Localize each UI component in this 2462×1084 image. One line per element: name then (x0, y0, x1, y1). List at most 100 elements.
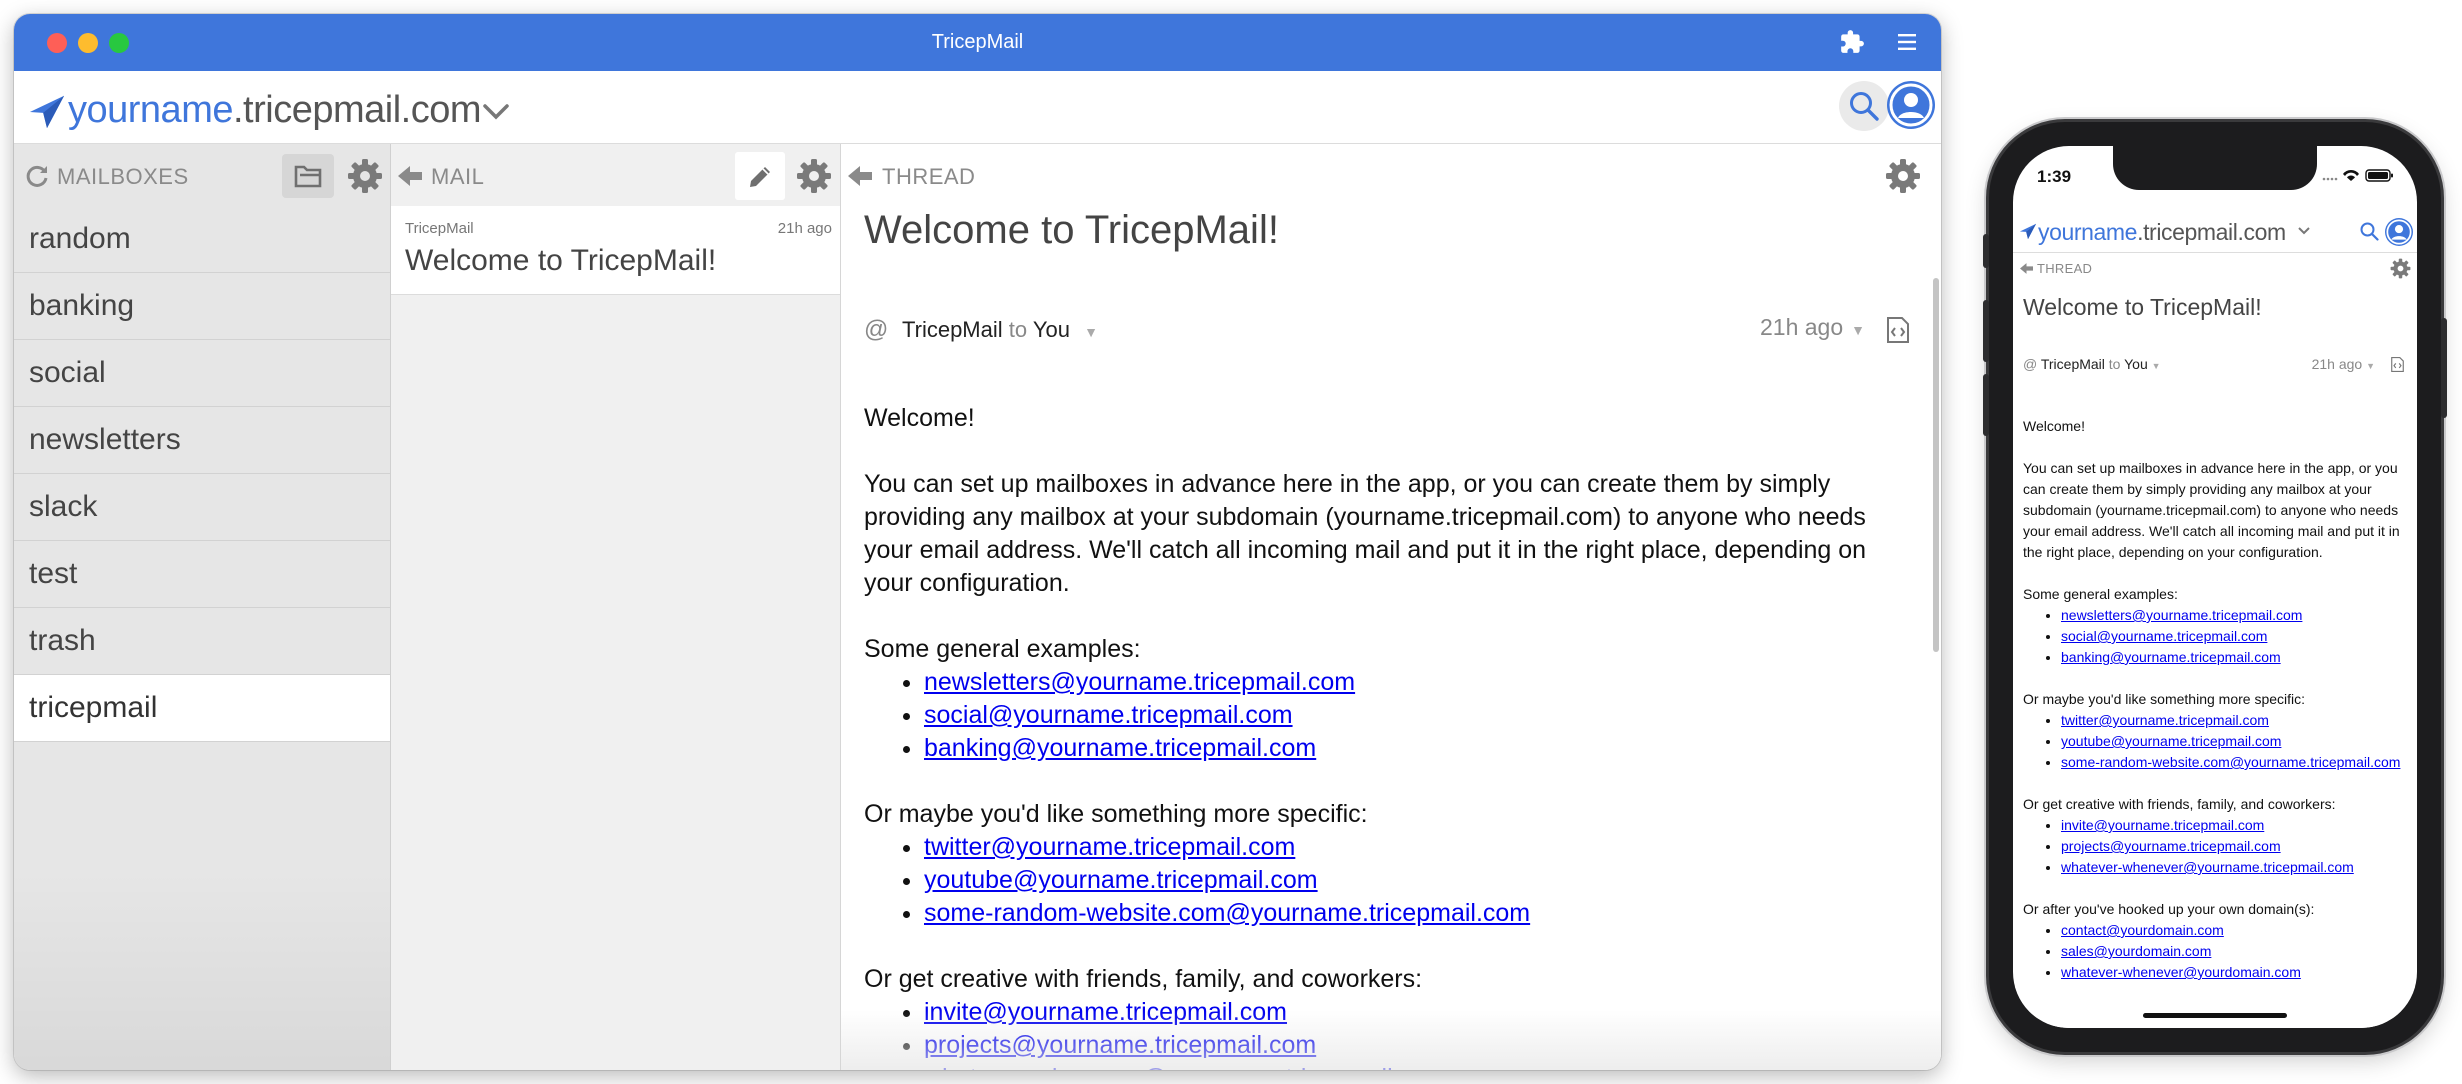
group1-list: newsletters@yourname.tricepmail.com soci… (864, 666, 1911, 765)
app-window: TricepMail yourname.tricepmail.com MAILB… (14, 14, 1941, 1070)
email-link[interactable]: whatever-whenever@yourname.tricepmail.co… (2061, 859, 2354, 875)
search-button[interactable] (1839, 81, 1889, 131)
hamburger-menu-icon[interactable] (1895, 30, 1919, 54)
participants-caret-icon[interactable]: ▼ (1084, 324, 1098, 340)
phone-thread-subject: Welcome to TricepMail! (2023, 294, 2262, 320)
phone-participants-caret-icon[interactable]: ▼ (2152, 361, 2161, 371)
email-link[interactable]: youtube@yourname.tricepmail.com (924, 866, 1318, 894)
mailbox-item-newsletters[interactable]: newsletters (14, 407, 390, 474)
phone-volume-up (1983, 300, 1989, 362)
email-link[interactable]: newsletters@yourname.tricepmail.com (2061, 607, 2302, 623)
phone-message-body: Welcome! You can set up mailboxes in adv… (2023, 416, 2405, 1004)
phone-avatar-button[interactable] (2385, 218, 2413, 246)
email-link[interactable]: invite@yourname.tricepmail.com (2061, 817, 2264, 833)
group2-title: Or maybe you'd like something more speci… (864, 800, 1368, 828)
email-link[interactable]: some-random-website.com@yourname.tricepm… (924, 899, 1530, 927)
mailboxes-label: MAILBOXES (57, 164, 189, 189)
phone-time-caret-icon[interactable]: ▼ (2366, 361, 2375, 371)
pencil-icon (750, 167, 770, 187)
mail-header: MAIL (391, 144, 840, 206)
back-arrow-icon[interactable] (397, 164, 423, 188)
list-item: youtube@yourname.tricepmail.com (2061, 731, 2405, 752)
list-item: twitter@yourname.tricepmail.com (924, 831, 1911, 864)
account-avatar-button[interactable] (1887, 81, 1935, 129)
message-participants[interactable]: TricepMail to You ▼ (902, 317, 1098, 343)
mailboxes-header: MAILBOXES (14, 144, 390, 206)
view-source-icon[interactable] (1885, 316, 1911, 344)
email-link[interactable]: social@yourname.tricepmail.com (2061, 628, 2267, 644)
recipient-name: You (1032, 317, 1070, 342)
phone-notch (2113, 146, 2317, 190)
phone-settings-gear-icon[interactable] (2390, 258, 2411, 279)
refresh-icon[interactable] (24, 163, 50, 189)
email-link[interactable]: whatever-whenever@yourdomain.com (2061, 964, 2301, 980)
user-avatar-icon (1889, 83, 1933, 127)
email-link[interactable]: some-random-website.com@yourname.tricepm… (2061, 754, 2400, 770)
phone-view-source-icon[interactable] (2390, 356, 2405, 373)
status-time: 1:39 (2037, 167, 2072, 186)
thread-scrollbar[interactable] (1933, 278, 1939, 652)
email-link[interactable]: banking@yourname.tricepmail.com (2061, 649, 2281, 665)
body-greeting: Welcome! (864, 404, 975, 432)
email-link[interactable]: social@yourname.tricepmail.com (924, 701, 1293, 729)
domain-user: yourname (68, 89, 233, 131)
phone-search-icon[interactable] (2359, 221, 2379, 241)
email-link[interactable]: contact@yourdomain.com (2061, 922, 2224, 938)
folder-icon (294, 165, 322, 188)
mailbox-item-social[interactable]: social (14, 340, 390, 407)
thread-back-arrow-icon[interactable] (847, 164, 873, 188)
email-link[interactable]: youtube@yourname.tricepmail.com (2061, 733, 2281, 749)
list-item: twitter@yourname.tricepmail.com (2061, 710, 2405, 731)
mail-item-subject: Welcome to TricepMail! (405, 244, 717, 277)
email-link[interactable]: twitter@yourname.tricepmail.com (2061, 712, 2269, 728)
domain-selector[interactable]: yourname.tricepmail.com (68, 89, 481, 132)
mailboxes-column: MAILBOXES random banking social newslett… (14, 144, 391, 1070)
mailbox-item-tricepmail[interactable]: tricepmail (14, 675, 390, 742)
phone-chevron-down-icon[interactable] (2297, 226, 2311, 236)
new-folder-button[interactable] (282, 154, 334, 198)
phone-domain-bar: yourname.tricepmail.com (2013, 212, 2417, 253)
list-item: sales@yourdomain.com (2061, 941, 2405, 962)
phone-back-arrow-icon[interactable] (2019, 262, 2034, 275)
list-item: banking@yourname.tricepmail.com (924, 732, 1911, 765)
list-item: newsletters@yourname.tricepmail.com (2061, 605, 2405, 626)
mail-item-time: 21h ago (777, 220, 832, 237)
time-caret-icon[interactable]: ▼ (1851, 322, 1865, 338)
mailboxes-settings-gear-icon[interactable] (347, 158, 383, 194)
thread-settings-gear-icon[interactable] (1885, 158, 1921, 194)
compose-button[interactable] (735, 152, 785, 200)
window-title: TricepMail (931, 31, 1024, 53)
phone-domain-selector[interactable]: yourname.tricepmail.com (2038, 219, 2286, 246)
to-word: to (1008, 317, 1028, 342)
mail-list-item[interactable]: TricepMail 21h ago Welcome to TricepMail… (391, 206, 840, 295)
bottom-fade (841, 1010, 1941, 1070)
chevron-down-icon[interactable] (482, 101, 510, 123)
extensions-puzzle-icon[interactable] (1839, 29, 1865, 55)
phone-frame: 1:39 yourname.tricepmail.com THREAD Welc… (1983, 122, 2447, 1052)
home-indicator[interactable] (2143, 1013, 2287, 1018)
phone-message-participants[interactable]: TricepMail to You ▼ (2041, 356, 2161, 372)
mailbox-item-trash[interactable]: trash (14, 608, 390, 675)
thread-header: THREAD (841, 144, 1941, 206)
group2-list: twitter@yourname.tricepmail.com youtube@… (864, 831, 1911, 930)
mailbox-item-slack[interactable]: slack (14, 474, 390, 541)
list-item: some-random-website.com@yourname.tricepm… (924, 897, 1911, 930)
phone-message-meta: @ TricepMail to You ▼ 21h ago ▼ (2023, 356, 2407, 378)
list-item: newsletters@yourname.tricepmail.com (924, 666, 1911, 699)
mailbox-item-random[interactable]: random (14, 206, 390, 273)
mailbox-list: random banking social newsletters slack … (14, 206, 390, 742)
mailbox-item-banking[interactable]: banking (14, 273, 390, 340)
mail-settings-gear-icon[interactable] (796, 158, 832, 194)
email-link[interactable]: newsletters@yourname.tricepmail.com (924, 668, 1355, 696)
email-link[interactable]: projects@yourname.tricepmail.com (2061, 838, 2281, 854)
thread-column: THREAD Welcome to TricepMail! @ TricepMa… (841, 144, 1941, 1070)
phone-mute-switch (1983, 234, 1989, 268)
list-item: youtube@yourname.tricepmail.com (924, 864, 1911, 897)
mailbox-item-test[interactable]: test (14, 541, 390, 608)
email-link[interactable]: banking@yourname.tricepmail.com (924, 734, 1316, 762)
email-link[interactable]: twitter@yourname.tricepmail.com (924, 833, 1295, 861)
email-link[interactable]: sales@yourdomain.com (2061, 943, 2211, 959)
phone-tricepmail-logo-icon (2019, 223, 2037, 240)
phone-volume-down (1983, 374, 1989, 436)
message-time: 21h ago ▼ (1760, 314, 1865, 340)
